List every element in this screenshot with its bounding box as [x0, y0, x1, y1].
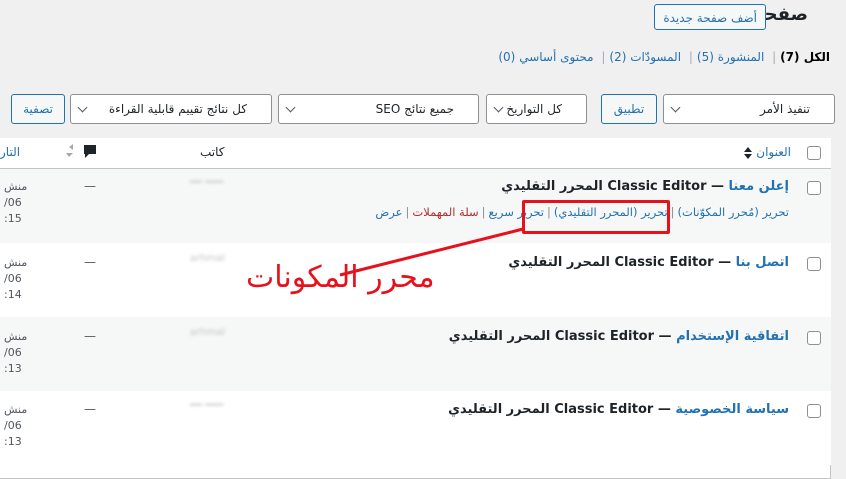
view-all[interactable]: الكل (7)	[780, 50, 830, 64]
annotation-label: محرر المكونات	[246, 260, 435, 295]
author-link[interactable]: ━━ ━━━	[190, 400, 223, 411]
row-checkbox[interactable]	[807, 404, 821, 418]
row-date: منش/06:15	[4, 180, 28, 225]
row-title[interactable]: اتفاقية الإستخدام — Classic Editor المحر…	[449, 329, 789, 344]
select-all-checkbox[interactable]	[807, 146, 821, 160]
comments-count: —	[84, 179, 96, 193]
row-checkbox[interactable]	[807, 331, 821, 345]
apply-button[interactable]: تطبيق	[601, 94, 657, 124]
chevron-down-icon	[285, 102, 296, 113]
column-title[interactable]: العنوان	[744, 145, 791, 159]
row-title[interactable]: سياسة الخصوصية — Classic Editor المحرر ا…	[448, 402, 789, 417]
table-header: العنوان كاتب التار	[0, 138, 831, 169]
annotation-highlight-box	[522, 200, 670, 234]
row-date: منش/06:14	[4, 256, 28, 301]
seo-filter-select[interactable]: جميع نتائج SEO	[278, 94, 479, 124]
view-published[interactable]: المنشورة (5)	[697, 50, 764, 64]
edit-blocks-link[interactable]: تحرير (مُحرر المكوّنات)	[678, 205, 789, 219]
comment-icon	[66, 144, 96, 158]
column-date[interactable]: التار	[0, 145, 20, 159]
chevron-down-icon	[493, 102, 504, 113]
row-checkbox[interactable]	[807, 181, 821, 195]
date-filter-select[interactable]: كل التواريخ	[486, 94, 587, 124]
sort-icon	[744, 146, 753, 159]
column-comments[interactable]	[66, 144, 98, 164]
row-title[interactable]: إعلن معنا — Classic Editor المحرر التقلي…	[501, 179, 789, 194]
column-author: كاتب	[200, 145, 225, 159]
comments-count: —	[84, 329, 96, 343]
row-date: منش/06:13	[4, 330, 28, 375]
trash-link[interactable]: سلة المهملات	[412, 205, 478, 219]
table-row: سياسة الخصوصية — Classic Editor المحرر ا…	[0, 391, 831, 465]
bulk-action-select[interactable]: تنفيذ الأمر	[663, 94, 835, 124]
status-views: الكل (7)| المنشورة (5)| المسودّات (2)| م…	[498, 50, 830, 64]
view-cornerstone[interactable]: محتوى أساسي (0)	[498, 50, 593, 64]
chevron-down-icon	[670, 102, 681, 113]
view-drafts[interactable]: المسودّات (2)	[609, 50, 681, 64]
row-checkbox[interactable]	[807, 257, 821, 271]
filter-button[interactable]: تصفية	[11, 94, 65, 124]
author-link[interactable]: ━━ ━━━	[190, 177, 223, 188]
comments-count: —	[84, 402, 96, 416]
readability-filter-select[interactable]: كل نتائج تقييم قابلية القراءة	[70, 94, 272, 124]
author-link[interactable]: arhmal	[190, 327, 225, 338]
add-new-page-button[interactable]: أضف صفحة جديدة	[654, 4, 766, 30]
view-link[interactable]: عرض	[375, 205, 402, 219]
row-title[interactable]: اتصل بنا — Classic Editor المحرر التقليد…	[508, 255, 789, 270]
chevron-down-icon	[77, 102, 88, 113]
comments-count: —	[84, 255, 96, 269]
author-link[interactable]: arhmal	[190, 253, 225, 264]
row-date: منش/06:13	[4, 403, 28, 448]
table-row: اتفاقية الإستخدام — Classic Editor المحر…	[0, 317, 831, 391]
